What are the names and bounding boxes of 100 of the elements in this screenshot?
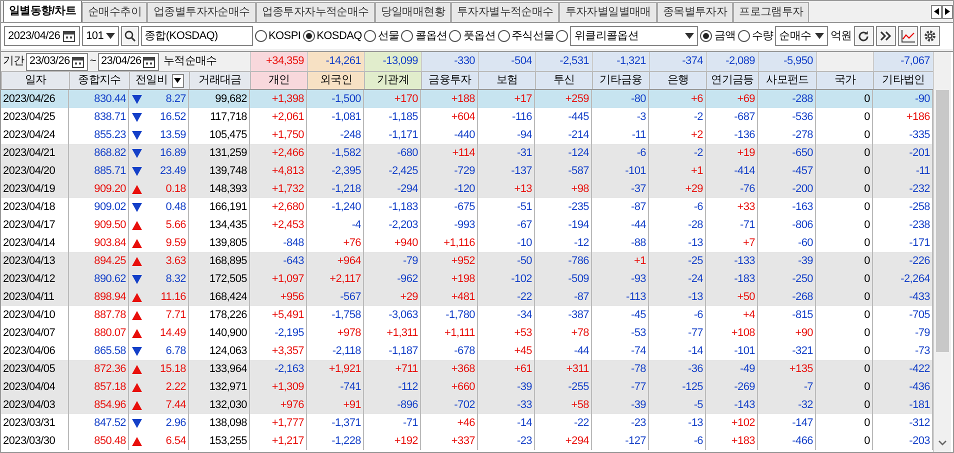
table-row[interactable]: 2023/04/04 857.18 2.22 132,971 +1,309 -741 -112 +660 -39 -255 -77 -125 -269 -7 0 -436: [1, 378, 933, 396]
chart-button[interactable]: [898, 26, 918, 46]
column-header: 개인: [250, 72, 307, 89]
caret-icon[interactable]: [815, 33, 824, 39]
table-cell: +192: [364, 432, 421, 450]
column-header: 보험: [478, 72, 535, 89]
scroll-right-button[interactable]: [942, 4, 953, 18]
column-header: 투신: [535, 72, 592, 89]
table-cell-text: 7.44: [166, 398, 186, 413]
column-header: 금융투자: [421, 72, 478, 89]
table-row[interactable]: 2023/03/31 847.52 2.96 138,098 +1,777 -1,371 -71 +46 -14 -22 -23 -13 +102 -147 0 -312: [1, 414, 933, 432]
table-row[interactable]: 2023/04/03 854.96 7.44 132,030 +976 +91 -896 -702 -33 +58 -39 -5 -143 -32 0 -181: [1, 396, 933, 414]
table-cell-text: 6.54: [166, 434, 186, 449]
radio-option[interactable]: KOSPI: [254, 28, 301, 44]
radio-option[interactable]: 선물: [364, 28, 400, 44]
radio-option[interactable]: [556, 30, 568, 42]
table-row[interactable]: 2023/04/13 894.25 3.63 168,895 -643 +964 -79 +952 -50 -786 +1 -25 -133 -39 0 -226: [1, 252, 933, 270]
radio-option[interactable]: 주식선물: [498, 28, 554, 44]
table-row[interactable]: 2023/04/18 909.02 0.48 166,191 +2,680 -1,240 -1,183 -675 -51 -235 -87 -6 +33 -163 0 -258: [1, 198, 933, 216]
total-cell: -13,099: [364, 52, 421, 71]
caret-icon[interactable]: [685, 33, 694, 39]
range-separator: ~: [90, 54, 96, 70]
tab[interactable]: 종목별투자자: [656, 2, 734, 22]
line-chart-icon: [900, 30, 915, 42]
table-cell: -1,228: [307, 432, 364, 450]
total-cell: -504: [478, 52, 535, 71]
tab[interactable]: 프로그램투자: [733, 2, 810, 22]
table-row[interactable]: 2023/04/12 890.62 8.32 172,505 +1,097 +2,117 -962 +198 -102 -509 -93 -24 -183 -250 0 -2,264: [1, 270, 933, 288]
tab[interactable]: 업종별투자자순매수: [147, 2, 256, 22]
scroll-down-icon[interactable]: [938, 440, 947, 446]
table-cell: -127: [592, 432, 649, 450]
code-dropdown[interactable]: 101: [82, 26, 119, 46]
table-cell: -23: [478, 432, 535, 450]
right-triangle-icon: [945, 8, 950, 15]
radio-option[interactable]: 풋옵션: [449, 28, 496, 44]
calendar-icon[interactable]: [70, 54, 85, 68]
table-cell: +183: [706, 432, 758, 450]
table-cell-text: 5.66: [166, 218, 186, 233]
tab[interactable]: 일별동향/차트: [3, 1, 82, 22]
radio-option[interactable]: 수량: [738, 28, 774, 44]
table-cell: 0: [816, 432, 873, 450]
table-cell-text: 2.96: [166, 416, 186, 431]
radio-option[interactable]: KOSDAQ: [302, 28, 362, 44]
totals-label: 누적순매수: [163, 54, 217, 70]
total-cell: -7,067: [873, 52, 933, 71]
mode-dropdown[interactable]: 순매수: [775, 26, 828, 46]
scroll-left-button[interactable]: [931, 4, 942, 18]
market-name-field[interactable]: 종합(KOSDAQ): [140, 26, 253, 46]
table-row[interactable]: 2023/04/24 855.23 13.59 105,475 +1,750 -248 -1,171 -440 -94 -214 -11 +2 -136 -278 0 -335: [1, 126, 933, 144]
refresh-icon: [857, 30, 870, 42]
table-row[interactable]: 2023/04/14 903.84 9.59 139,805 -848 +76 +940 +1,116 -10 -12 -88 -13 +7 -60 0 -171: [1, 234, 933, 252]
calendar-icon[interactable]: [62, 29, 76, 43]
table-cell-text: 16.52: [160, 110, 186, 125]
refresh-button[interactable]: [854, 26, 874, 46]
tab[interactable]: 투자자별누적순매수: [451, 2, 560, 22]
table-row[interactable]: 2023/03/30 850.48 6.54 153,255 +1,217 -1,228 +192 +337 -23 +294 -127 -6 +183 -466 0 -203: [1, 432, 933, 450]
tab[interactable]: 당일매매현황: [374, 2, 452, 22]
caret-icon[interactable]: [106, 33, 115, 39]
tab[interactable]: 업종투자자누적순매수: [256, 2, 375, 22]
filter-dropdown[interactable]: [172, 74, 184, 88]
table-cell-text: 8.32: [166, 272, 186, 287]
table-cell: 850.48: [69, 432, 129, 450]
column-header: 기관계: [364, 72, 421, 89]
double-chevron-icon: [880, 31, 892, 41]
calendar-icon[interactable]: [142, 54, 156, 68]
date-field[interactable]: 2023/04/26: [4, 26, 80, 46]
settings-button[interactable]: [920, 26, 940, 46]
total-cell: -2,089: [706, 52, 758, 71]
table-row[interactable]: 2023/04/17 909.50 5.66 134,435 +2,453 -4 -2,203 -993 -67 -194 -44 -28 -71 -806 0 -238: [1, 216, 933, 234]
search-button[interactable]: [120, 26, 139, 46]
to-date-field[interactable]: 23/04/26: [98, 52, 160, 70]
table-row[interactable]: 2023/04/10 887.78 7.71 178,226 +5,491 -1,758 -3,063 -1,780 -34 -387 -45 -6 +4 -815 0 -705: [1, 306, 933, 324]
table-row[interactable]: 2023/04/20 885.71 23.49 139,748 +4,813 -2,395 -2,425 -729 -137 -587 -101 +1 -414 -457 0 -11: [1, 162, 933, 180]
option-dropdown[interactable]: 위클리콜옵션: [570, 26, 698, 46]
column-header: 사모펀드: [758, 72, 816, 89]
table-cell: +1,217: [250, 432, 307, 450]
table-row[interactable]: 2023/04/07 880.07 14.49 140,900 -2,195 +978 +1,311 +1,111 +53 +78 -53 -77 +108 +90 0 -79: [1, 324, 933, 342]
table-cell-text: 15.18: [160, 362, 186, 377]
table-row[interactable]: 2023/04/11 898.94 11.16 168,424 +956 -567 +29 +481 -22 -87 -113 -13 +50 -268 0 -433: [1, 288, 933, 306]
tab[interactable]: 순매수추이: [82, 2, 148, 22]
table-cell: +294: [535, 432, 592, 450]
more-button[interactable]: [876, 26, 896, 46]
scrollbar-thumb[interactable]: [936, 90, 949, 352]
table-row[interactable]: 2023/04/19 909.20 0.18 148,393 +1,732 -1,218 -294 -120 +13 +98 -37 +29 -76 -200 0 -232: [1, 180, 933, 198]
table-cell: +337: [421, 432, 478, 450]
radio-option[interactable]: 금액: [700, 28, 736, 44]
total-cell: -330: [421, 52, 478, 71]
column-header: 일자: [1, 72, 69, 89]
table-row[interactable]: 2023/04/25 838.71 16.52 117,718 +2,061 -1,081 -1,185 +604 -116 -445 -3 -2 -687 -536 0 +186: [1, 108, 933, 126]
table-row[interactable]: 2023/04/06 865.58 6.78 124,063 +3,357 -2,118 -1,187 -678 +45 -44 -74 -14 -101 -321 0 -73: [1, 342, 933, 360]
total-cell: -5,950: [758, 52, 816, 71]
tab[interactable]: 투자자별일별매매: [559, 2, 657, 22]
scrollbar[interactable]: [933, 52, 951, 452]
from-date-field[interactable]: 23/03/26: [26, 52, 88, 70]
table-row[interactable]: 2023/04/26 830.44 8.27 99,682 +1,398 -1,500 +170 +188 +17 +259 -80 +6 +69 -288 0 -90: [1, 90, 933, 108]
radio-option[interactable]: 콜옵션: [401, 28, 448, 44]
table-cell-text: 23.49: [160, 164, 186, 179]
column-header: 연기금등: [706, 72, 758, 89]
table-row[interactable]: 2023/04/21 868.82 16.89 131,259 +2,466 -1,582 -680 +114 -31 -124 -6 -2 +19 -650 0 -201: [1, 144, 933, 162]
table-row[interactable]: 2023/04/05 872.36 15.18 133,964 -2,163 +1,921 +711 +368 +61 +311 -78 -36 -49 +135 0 -422: [1, 360, 933, 378]
